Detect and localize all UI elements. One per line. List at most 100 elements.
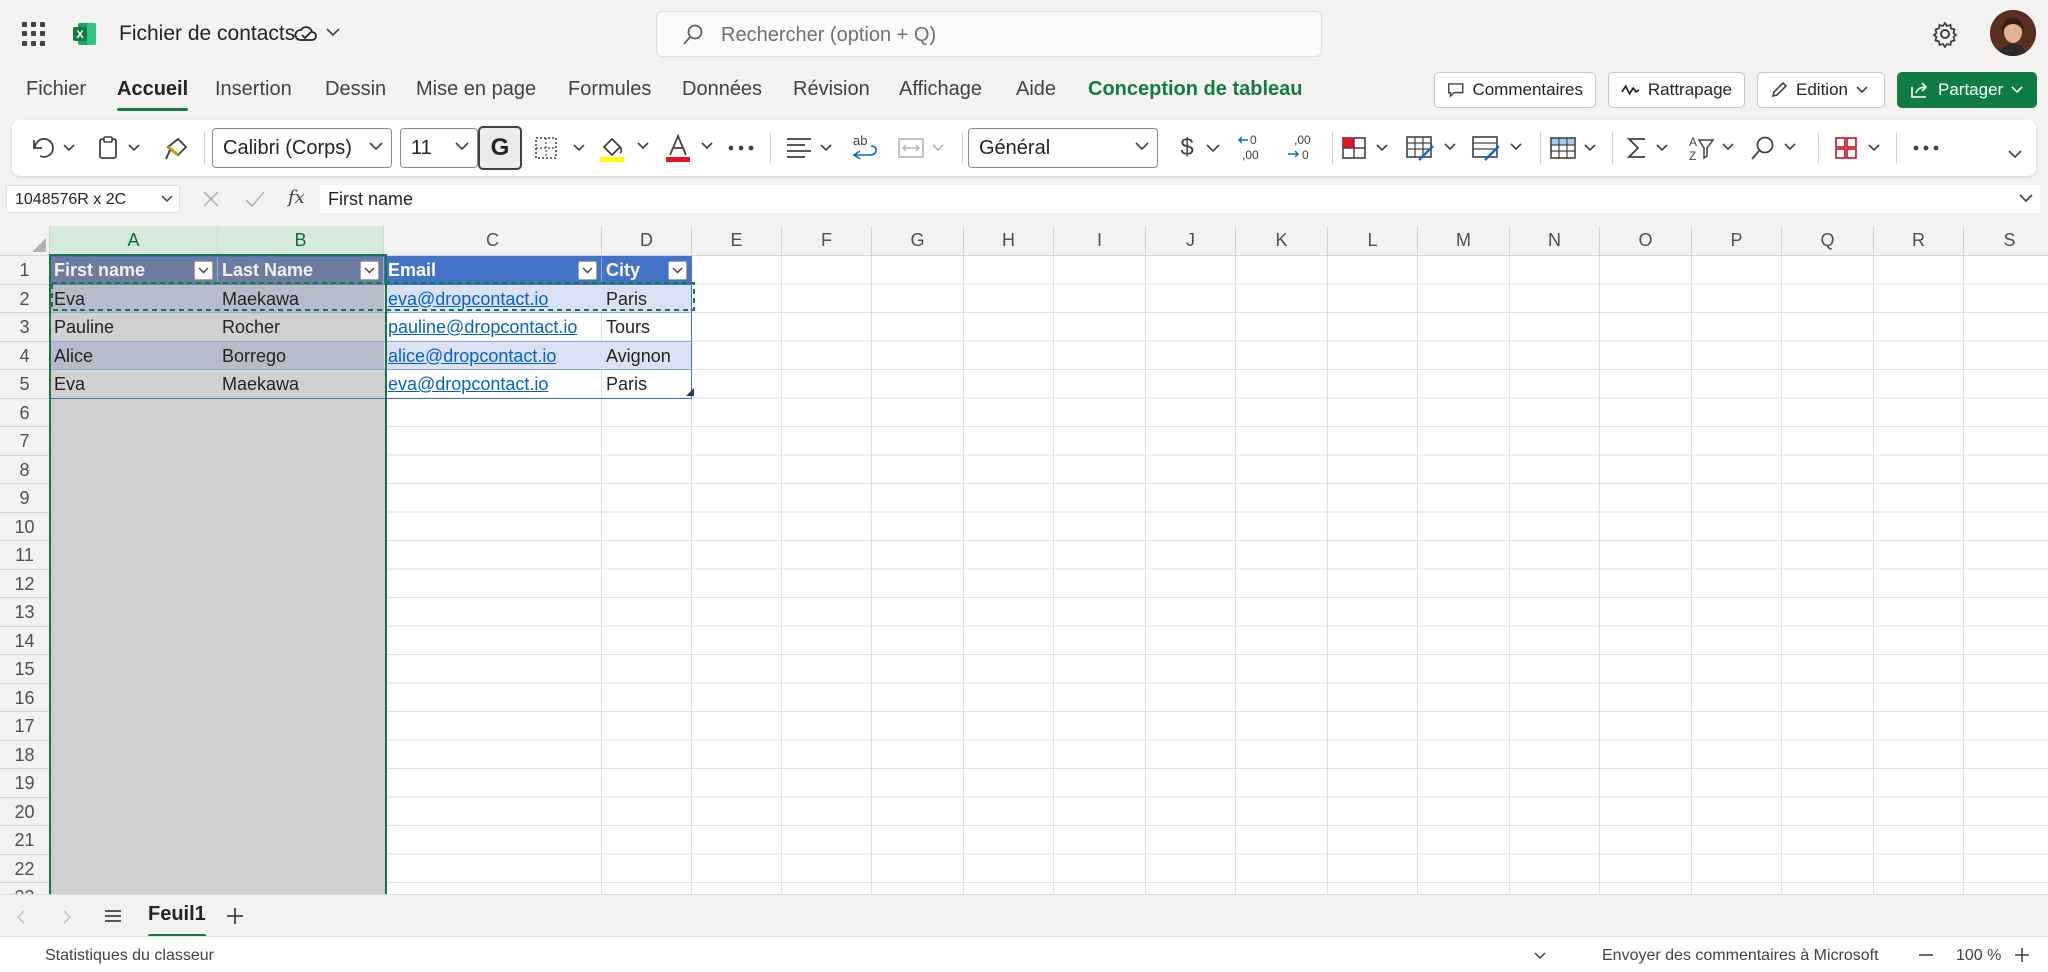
tab-mise-en-page[interactable]: Mise en page <box>416 78 536 101</box>
column-header-f[interactable]: F <box>782 226 872 256</box>
column-header-s[interactable]: S <box>1964 226 2048 256</box>
sort-filter-button[interactable]: AZ <box>1686 128 1742 168</box>
row-header-11[interactable]: 11 <box>0 541 50 570</box>
undo-button[interactable] <box>28 128 80 168</box>
column-header-g[interactable]: G <box>872 226 964 256</box>
column-header-h[interactable]: H <box>964 226 1054 256</box>
ribbon-expand-button[interactable] <box>2002 134 2028 174</box>
column-header-j[interactable]: J <box>1146 226 1236 256</box>
wrap-text-button[interactable]: ab <box>848 128 882 168</box>
autosum-button[interactable] <box>1624 128 1676 168</box>
borders-button[interactable] <box>532 128 592 168</box>
spreadsheet-grid[interactable]: ABCDEFGHIJKLMNOPQRS 1 2 3 4 5 6 7 8 9 10 11 12 13 14 1… <box>0 226 2048 894</box>
editing-mode-button[interactable]: Edition <box>1757 72 1885 108</box>
settings-gear-icon[interactable] <box>1931 20 1959 48</box>
row-header-16[interactable]: 16 <box>0 683 50 712</box>
row-header-17[interactable]: 17 <box>0 712 50 741</box>
row-header-22[interactable]: 22 <box>0 854 50 883</box>
cell-styles-button[interactable] <box>1470 128 1530 168</box>
row-header-4[interactable]: 4 <box>0 341 50 370</box>
row-header-8[interactable]: 8 <box>0 455 50 484</box>
add-sheet-icon[interactable] <box>226 907 244 925</box>
tab-aide[interactable]: Aide <box>1016 78 1056 101</box>
column-header-k[interactable]: K <box>1236 226 1328 256</box>
find-select-button[interactable] <box>1748 128 1804 168</box>
row-header-7[interactable]: 7 <box>0 427 50 456</box>
zoom-level[interactable]: 100 % <box>1956 947 2001 965</box>
bold-button[interactable]: G <box>478 126 522 170</box>
select-all-corner[interactable] <box>0 226 50 256</box>
send-feedback-link[interactable]: Envoyer des commentaires à Microsoft <box>1602 947 1879 965</box>
user-avatar[interactable] <box>1990 10 2036 56</box>
column-header-r[interactable]: R <box>1874 226 1964 256</box>
cancel-icon[interactable] <box>202 190 220 208</box>
cloud-sync-icon[interactable] <box>294 24 318 44</box>
row-header-10[interactable]: 10 <box>0 512 50 541</box>
more-options-button[interactable] <box>1908 128 1944 168</box>
document-title[interactable]: Fichier de contacts <box>119 22 295 46</box>
column-header-l[interactable]: L <box>1328 226 1418 256</box>
merge-button[interactable] <box>896 128 950 168</box>
formula-input[interactable]: First name <box>320 185 2040 213</box>
column-header-i[interactable]: I <box>1054 226 1146 256</box>
tab-formules[interactable]: Formules <box>568 78 651 101</box>
row-header-23[interactable]: 23 <box>0 883 50 894</box>
tab-insertion[interactable]: Insertion <box>215 78 292 101</box>
tab-conception-de-tableau[interactable]: Conception de tableau <box>1088 78 1302 101</box>
decrease-decimals-button[interactable]: 0,00 <box>1234 128 1274 168</box>
share-button[interactable]: Partager <box>1897 72 2037 108</box>
search-box[interactable]: Rechercher (option + Q) <box>656 11 1322 57</box>
column-header-q[interactable]: Q <box>1782 226 1874 256</box>
font-color-button[interactable] <box>662 128 722 168</box>
tab-donnees[interactable]: Données <box>682 78 762 101</box>
align-button[interactable] <box>784 128 838 168</box>
row-header-12[interactable]: 12 <box>0 569 50 598</box>
chevron-down-icon[interactable] <box>2018 193 2034 203</box>
comments-button[interactable]: Commentaires <box>1434 72 1596 108</box>
column-header-p[interactable]: P <box>1692 226 1782 256</box>
row-header-5[interactable]: 5 <box>0 370 50 399</box>
fill-color-button[interactable] <box>596 128 656 168</box>
column-header-n[interactable]: N <box>1510 226 1600 256</box>
column-header-b[interactable]: B <box>218 226 384 256</box>
column-header-a[interactable]: A <box>50 226 218 256</box>
sheet-tab-feuil1[interactable]: Feuil1 <box>148 903 206 938</box>
workbook-statistics-link[interactable]: Statistiques du classeur <box>45 947 214 965</box>
row-header-14[interactable]: 14 <box>0 626 50 655</box>
chevron-left-icon[interactable] <box>16 909 26 925</box>
column-header-c[interactable]: C <box>384 226 602 256</box>
confirm-check-icon[interactable] <box>244 190 266 208</box>
catchup-button[interactable]: Rattrapage <box>1608 72 1745 108</box>
row-header-3[interactable]: 3 <box>0 313 50 342</box>
tab-fichier[interactable]: Fichier <box>26 78 86 101</box>
row-header-19[interactable]: 19 <box>0 769 50 798</box>
insert-function-icon[interactable]: fx <box>288 187 305 208</box>
conditional-formatting-button[interactable] <box>1340 128 1396 168</box>
insert-cells-button[interactable] <box>1548 128 1604 168</box>
zoom-in-icon[interactable] <box>2014 947 2030 963</box>
row-header-2[interactable]: 2 <box>0 284 50 313</box>
column-header-m[interactable]: M <box>1418 226 1510 256</box>
paste-button[interactable] <box>96 128 146 168</box>
column-header-o[interactable]: O <box>1600 226 1692 256</box>
tab-revision[interactable]: Révision <box>793 78 870 101</box>
tab-affichage[interactable]: Affichage <box>899 78 982 101</box>
name-box[interactable]: 1048576R x 2C <box>6 185 180 213</box>
column-header-d[interactable]: D <box>602 226 692 256</box>
font-name-select[interactable]: Calibri (Corps) <box>212 128 392 168</box>
zoom-out-icon[interactable] <box>1918 953 1934 957</box>
row-header-21[interactable]: 21 <box>0 826 50 855</box>
addins-button[interactable] <box>1832 128 1888 168</box>
font-size-select[interactable]: 11 <box>400 128 478 168</box>
more-font-options-button[interactable] <box>724 128 758 168</box>
all-sheets-menu-icon[interactable] <box>104 909 122 923</box>
row-header-20[interactable]: 20 <box>0 797 50 826</box>
tab-dessin[interactable]: Dessin <box>325 78 386 101</box>
column-header-e[interactable]: E <box>692 226 782 256</box>
increase-decimals-button[interactable]: ,00 0 <box>1282 128 1322 168</box>
row-header-9[interactable]: 9 <box>0 484 50 513</box>
row-header-18[interactable]: 18 <box>0 740 50 769</box>
row-header-6[interactable]: 6 <box>0 398 50 427</box>
currency-format-button[interactable]: $ <box>1172 128 1228 168</box>
chevron-down-icon[interactable] <box>1534 952 1546 960</box>
